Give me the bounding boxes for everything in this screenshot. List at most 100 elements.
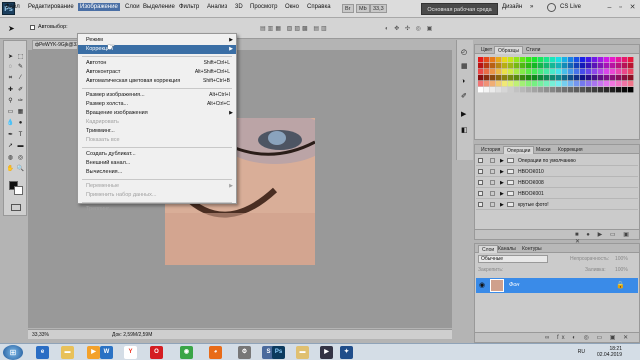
align-icons[interactable]: ▤▥▦ ▧▨▩ ▤▥	[260, 25, 329, 32]
swatch[interactable]	[616, 57, 622, 63]
swatch[interactable]	[520, 87, 526, 93]
expand-arrow-icon[interactable]: ▶	[500, 189, 504, 199]
swatch[interactable]	[532, 81, 538, 87]
design-workspace-link[interactable]: Дизайн	[502, 4, 522, 10]
clone-icon[interactable]: ⚲	[6, 97, 15, 105]
swatch[interactable]	[622, 75, 628, 81]
swatch[interactable]	[568, 81, 574, 87]
swatch[interactable]	[526, 75, 532, 81]
swatch[interactable]	[586, 69, 592, 75]
expand-arrow-icon[interactable]: ▶	[500, 178, 504, 188]
word-icon[interactable]: W	[100, 346, 113, 359]
swatch[interactable]	[502, 63, 508, 69]
swatch[interactable]	[610, 57, 616, 63]
gradient-icon[interactable]: ▦	[16, 108, 25, 116]
eyedropper-icon[interactable]: ⁄	[16, 74, 25, 82]
type-icon[interactable]: T	[16, 131, 25, 139]
lasso-icon[interactable]: ◌	[6, 63, 15, 71]
swatch[interactable]	[556, 81, 562, 87]
adjust-panel-icon[interactable]: ◑	[461, 78, 465, 85]
start-button[interactable]: ⊞	[3, 345, 23, 360]
swatch[interactable]	[526, 57, 532, 63]
blend-mode-select[interactable]: Обычные	[478, 255, 548, 263]
action-toggle-checkbox[interactable]	[478, 202, 483, 207]
swatches-panel-icon[interactable]: ▦	[461, 62, 468, 70]
swatch[interactable]	[478, 63, 484, 69]
swatch[interactable]	[502, 69, 508, 75]
swatch[interactable]	[598, 75, 604, 81]
menu-item[interactable]: Тримминг...	[78, 127, 236, 136]
dodge-icon[interactable]: ●	[16, 119, 25, 127]
menu-item[interactable]: Размер изображения... Alt+Ctrl+I	[78, 91, 236, 100]
move-icon[interactable]: ➤	[6, 53, 15, 61]
swatch[interactable]	[616, 87, 622, 93]
swatch[interactable]	[544, 57, 550, 63]
swatch[interactable]	[484, 57, 490, 63]
swatch[interactable]	[484, 81, 490, 87]
swatch[interactable]	[628, 75, 634, 81]
swatch[interactable]	[574, 63, 580, 69]
swatch[interactable]	[592, 69, 598, 75]
move-tool-icon[interactable]: ➤	[8, 24, 15, 33]
menu-file[interactable]: Файл	[5, 4, 20, 10]
swatch[interactable]	[508, 69, 514, 75]
swatch[interactable]	[580, 75, 586, 81]
3d-tool-icons[interactable]: ◐ ✥ ✣ ◎ ▣	[385, 25, 434, 32]
tab-masks[interactable]: Маски	[533, 146, 553, 154]
tab-color[interactable]: Цвет	[478, 46, 495, 54]
swatch[interactable]	[550, 87, 556, 93]
swatch[interactable]	[610, 87, 616, 93]
swatch[interactable]	[568, 87, 574, 93]
menu-item[interactable]: Вращение изображения ▶	[78, 109, 236, 118]
3d-orbit-icon[interactable]: ◎	[16, 154, 25, 162]
swatch[interactable]	[568, 57, 574, 63]
menu-item[interactable]: Вычисления...	[78, 168, 236, 177]
zoom-icon[interactable]: 🔍	[16, 165, 25, 173]
swatch[interactable]	[496, 87, 502, 93]
tab-actions[interactable]: Операции	[503, 146, 535, 154]
swatch[interactable]	[478, 87, 484, 93]
swatch[interactable]	[490, 69, 496, 75]
ie-icon[interactable]: e	[36, 346, 49, 359]
action-set-row[interactable]: ▶ Операции по умолчанию	[476, 156, 638, 166]
swatch[interactable]	[496, 57, 502, 63]
swatch[interactable]	[484, 75, 490, 81]
action-set-row[interactable]: ▶ НВООК008	[476, 178, 638, 188]
document-tab[interactable]: фРеWYK-9Gjk@33,3% (RGB/8)	[32, 40, 80, 50]
menu-image[interactable]: Изображение	[78, 3, 120, 11]
swatch[interactable]	[622, 81, 628, 87]
swatch[interactable]	[574, 81, 580, 87]
swatch[interactable]	[586, 81, 592, 87]
swatch[interactable]	[538, 75, 544, 81]
swatch[interactable]	[478, 75, 484, 81]
dialog-toggle-icon[interactable]	[490, 202, 495, 207]
swatch[interactable]	[538, 81, 544, 87]
swatch[interactable]	[484, 69, 490, 75]
healing-icon[interactable]: ✚	[6, 86, 15, 94]
cslive-button[interactable]: CS Live	[560, 4, 581, 10]
swatch[interactable]	[526, 69, 532, 75]
swatch[interactable]	[628, 63, 634, 69]
swatch[interactable]	[538, 57, 544, 63]
actions-panel-icon[interactable]: ▶	[461, 110, 466, 118]
opacity-value[interactable]: 100%	[615, 256, 628, 262]
swatch[interactable]	[550, 69, 556, 75]
menu-item[interactable]: Автоконтраст Alt+Shift+Ctrl+L	[78, 68, 236, 77]
swatch[interactable]	[562, 57, 568, 63]
explorer-icon[interactable]: ▬	[61, 346, 74, 359]
swatch[interactable]	[616, 63, 622, 69]
expand-arrow-icon[interactable]: ▶	[500, 156, 504, 166]
swatch[interactable]	[490, 57, 496, 63]
video-task-icon[interactable]: ▶	[320, 346, 333, 359]
pen-icon[interactable]: ✒	[6, 131, 15, 139]
fill-value[interactable]: 100%	[615, 267, 628, 273]
history-brush-icon[interactable]: ✑	[16, 97, 25, 105]
swatch[interactable]	[490, 75, 496, 81]
photoshop-task-icon[interactable]: Ps	[272, 346, 285, 359]
swatch[interactable]	[520, 57, 526, 63]
crop-icon[interactable]: ⌗	[6, 74, 15, 82]
swatch[interactable]	[616, 81, 622, 87]
menu-select[interactable]: Выделение	[143, 4, 175, 10]
menu-layers[interactable]: Слои	[125, 4, 140, 10]
swatch[interactable]	[628, 57, 634, 63]
